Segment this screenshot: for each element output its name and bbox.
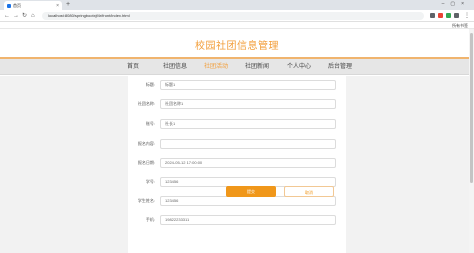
window-controls[interactable]: –▢× xyxy=(442,1,470,7)
account-field[interactable]: 社长1 xyxy=(160,119,336,129)
title-field[interactable]: 标题1 xyxy=(160,80,336,90)
browser-tab[interactable]: 首页 × xyxy=(4,1,62,10)
nav-item-profile[interactable]: 个人中心 xyxy=(287,59,311,75)
form-row-title: 标题: 标题1 xyxy=(128,80,346,90)
reload-icon[interactable]: ↻ xyxy=(22,12,27,20)
web-page: 校园社团信息管理 首页 社团信息 社团活动 社团新闻 个人中心 后台管理 标题:… xyxy=(0,29,474,253)
site-title: 校园社团信息管理 xyxy=(195,41,279,52)
extension-icon[interactable] xyxy=(430,13,435,18)
field-label: 学生姓名: xyxy=(137,198,155,203)
scrollbar-thumb[interactable] xyxy=(470,33,473,183)
form-row-signup-content: 报名内容: xyxy=(128,139,346,149)
signup-date-field[interactable]: 2024-05-12 17:00:00 xyxy=(160,158,336,168)
home-icon[interactable]: ⌂ xyxy=(31,12,35,20)
tab-favicon-icon xyxy=(7,3,11,8)
form-row-student-name: 学生姓名: 123456 xyxy=(128,196,346,206)
extension-icon[interactable] xyxy=(446,13,451,18)
bookmarks-bar: 所有书签 xyxy=(0,22,474,29)
field-label: 标题: xyxy=(145,82,155,87)
profile-icon[interactable] xyxy=(438,13,443,18)
club-name-field[interactable]: 社团名称1 xyxy=(160,99,336,109)
nav-item-admin[interactable]: 后台管理 xyxy=(328,59,352,75)
nav-item-home[interactable]: 首页 xyxy=(127,59,139,75)
main-nav: 首页 社团信息 社团活动 社团新闻 个人中心 后台管理 xyxy=(0,59,474,75)
phone-field[interactable]: 19822233311 xyxy=(160,215,336,225)
form-row-phone: 手机: 19822233311 xyxy=(128,215,346,225)
form-row-account: 账号: 社长1 xyxy=(128,119,346,129)
avatar[interactable] xyxy=(454,13,459,18)
url-input[interactable]: localhost:8080/springbootxjf4r/front/ind… xyxy=(42,12,424,20)
submit-button[interactable]: 提交 xyxy=(226,186,276,197)
menu-icon[interactable]: ⋮ xyxy=(464,12,470,20)
field-label: 学号: xyxy=(145,179,155,184)
nav-item-activities[interactable]: 社团活动 xyxy=(204,59,228,75)
signup-form: 标题: 标题1 社团名称: 社团名称1 账号: 社长1 报名内容: 报名日期: … xyxy=(128,76,346,253)
form-row-signup-date: 报名日期: 2024-05-12 17:00:00 xyxy=(128,158,346,168)
forward-arrow-icon[interactable]: → xyxy=(13,12,19,20)
field-label: 账号: xyxy=(145,121,155,126)
signup-content-field[interactable] xyxy=(160,139,336,149)
back-arrow-icon[interactable]: ← xyxy=(4,12,10,20)
cancel-button[interactable]: 取消 xyxy=(284,186,334,197)
address-bar: ← → ↻ ⌂ localhost:8080/springbootxjf4r/f… xyxy=(0,10,474,22)
field-label: 社团名称: xyxy=(137,101,155,106)
new-tab-icon[interactable]: + xyxy=(66,1,70,9)
tab-title: 首页 xyxy=(13,2,21,8)
content-area: 标题: 标题1 社团名称: 社团名称1 账号: 社长1 报名内容: 报名日期: … xyxy=(0,76,474,253)
field-label: 手机: xyxy=(145,217,155,222)
nav-item-news[interactable]: 社团新闻 xyxy=(245,59,269,75)
nav-item-clubs[interactable]: 社团信息 xyxy=(163,59,187,75)
browser-tab-bar: 首页 × + –▢× xyxy=(0,0,474,10)
form-row-club-name: 社团名称: 社团名称1 xyxy=(128,99,346,109)
tab-close-icon[interactable]: × xyxy=(56,3,59,9)
field-label: 报名内容: xyxy=(137,141,155,146)
field-label: 报名日期: xyxy=(137,160,155,165)
